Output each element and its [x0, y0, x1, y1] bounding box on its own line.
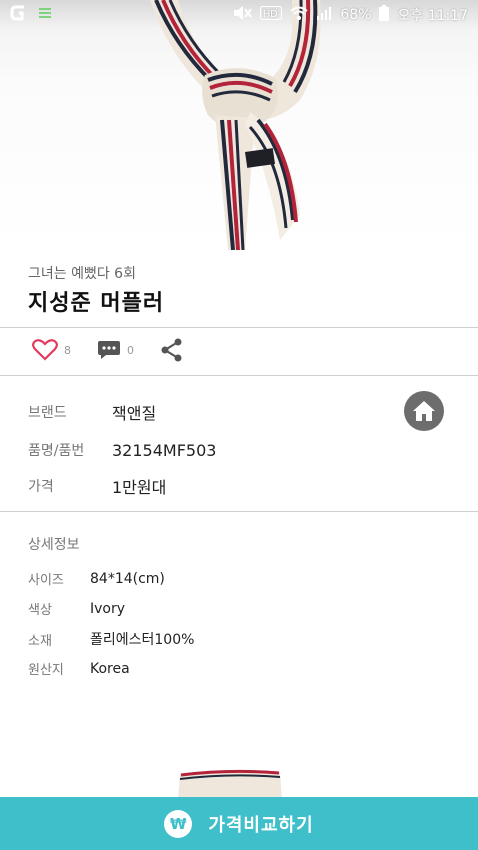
like-button[interactable]: 8 [32, 339, 71, 361]
price-compare-label: 가격비교하기 [208, 814, 314, 836]
product-image [0, 0, 478, 250]
detail-value: Ivory [90, 600, 126, 617]
brand-home-button[interactable] [404, 391, 444, 431]
signal-icon [316, 6, 332, 24]
brand-row: 브랜드 잭앤질 [28, 400, 156, 424]
comment-count: 0 [127, 343, 134, 357]
detail-label: 색상 [28, 603, 52, 618]
wifi-icon [290, 5, 308, 25]
detail-row-color: 색상 Ivory [28, 599, 126, 619]
model-row: 품명/품번 32154MF503 [28, 440, 216, 460]
battery-percent: 68% [340, 7, 372, 23]
details-heading: 상세정보 [28, 537, 80, 553]
divider [0, 375, 478, 376]
detail-value: 폴리에스터100% [90, 632, 195, 648]
notification-icon [38, 6, 52, 24]
brand-label: 브랜드 [28, 405, 67, 421]
price-compare-button[interactable]: ₩ 가격비교하기 [0, 797, 478, 850]
hd-icon: HD [260, 6, 283, 24]
model-label: 품명/품번 [28, 443, 85, 459]
divider [0, 327, 478, 328]
detail-value: 84*14(cm) [90, 570, 165, 587]
detail-value: Korea [90, 660, 130, 677]
action-bar: 8 0 [32, 338, 210, 362]
share-button[interactable] [160, 338, 184, 362]
scarf-illustration [150, 0, 321, 250]
detail-label: 사이즈 [28, 573, 64, 588]
detail-label: 소재 [28, 633, 52, 649]
heart-icon [32, 339, 58, 361]
detail-row-origin: 원산지 Korea [28, 659, 130, 679]
price-value: 1만원대 [112, 478, 167, 497]
svg-text:HD: HD [263, 9, 277, 20]
model-value: 32154MF503 [112, 440, 217, 460]
comment-button[interactable]: 0 [97, 339, 134, 361]
comment-icon [98, 341, 120, 359]
mute-icon [232, 5, 253, 25]
divider [0, 511, 478, 512]
home-icon [413, 401, 435, 421]
status-bar: HD 68% 오후 11:17 [0, 0, 478, 30]
detail-image [0, 760, 478, 800]
clock: 오후 11:17 [397, 8, 468, 24]
like-count: 8 [64, 343, 71, 357]
brand-value[interactable]: 잭앤질 [112, 400, 156, 424]
product-subtitle: 그녀는 예뻤다 6회 [28, 266, 136, 282]
app-icon [10, 5, 28, 25]
share-icon [161, 338, 182, 362]
price-row: 가격 1만원대 [28, 474, 166, 498]
detail-row-size: 사이즈 84*14(cm) [28, 569, 165, 589]
detail-row-material: 소재 폴리에스터100% [28, 629, 194, 649]
price-label: 가격 [28, 479, 54, 495]
won-icon: ₩ [164, 809, 193, 838]
detail-label: 원산지 [28, 663, 64, 678]
battery-icon [379, 5, 390, 25]
product-title: 지성준 머플러 [28, 291, 165, 316]
product-header: 그녀는 예뻤다 6회 지성준 머플러 [28, 263, 164, 317]
